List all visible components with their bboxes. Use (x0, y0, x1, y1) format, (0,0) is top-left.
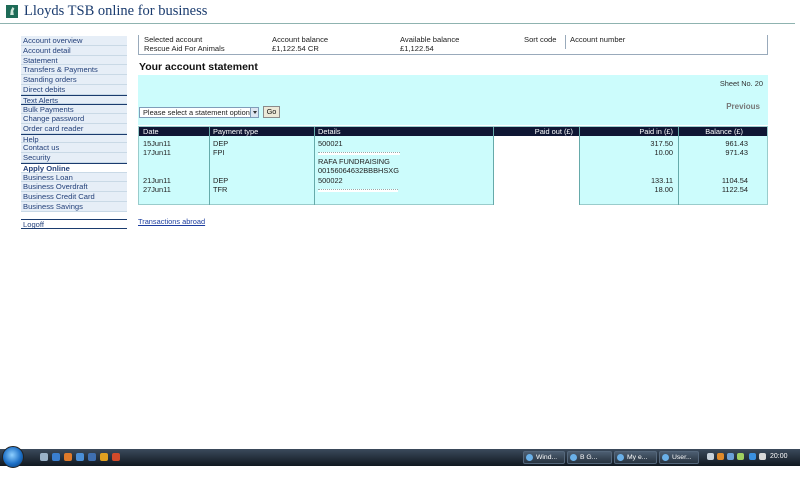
account-summary: Selected account Rescue Aid For Animals … (138, 35, 768, 55)
transactions-abroad-link[interactable]: Transactions abroad (138, 217, 205, 226)
sidebar-item-direct-debits[interactable]: Direct debits (21, 84, 127, 95)
column-divider (314, 127, 315, 205)
sidebar-item-bulk-payments[interactable]: Bulk Payments (21, 104, 127, 114)
firefox-icon[interactable] (64, 453, 72, 461)
show-desktop-icon[interactable] (40, 453, 48, 461)
redaction-bar (318, 152, 400, 155)
summary-divider (565, 35, 566, 49)
taskbar-button-windows[interactable]: Wind... (523, 451, 565, 464)
row-4-balance: 1122.54 (721, 185, 748, 194)
chevron-down-icon[interactable] (250, 108, 258, 117)
taskbar-clock[interactable]: 20:00 (770, 451, 788, 462)
header-details: Details (314, 127, 493, 136)
column-divider (493, 127, 494, 205)
previous-link[interactable]: Previous (726, 102, 760, 111)
sidebar-item-business-overdraft[interactable]: Business Overdraft (21, 182, 127, 192)
site-header: Lloyds TSB online for business (0, 0, 800, 24)
sidebar-item-standing-orders[interactable]: Standing orders (21, 75, 127, 85)
header-paid-in: Paid in (£) (579, 127, 678, 136)
statement-options-panel: Sheet No. 20 Previous Please select a st… (138, 75, 768, 125)
header-balance: Balance (£) (678, 127, 767, 136)
chrome-icon[interactable] (112, 453, 120, 461)
sort-code-label: Sort code (524, 35, 557, 44)
redaction-bar (318, 189, 398, 192)
brand-title: Lloyds TSB online for business (24, 3, 208, 19)
media-icon[interactable] (88, 453, 96, 461)
available-balance-value: £1,122.54 (400, 43, 434, 53)
transactions-table: Date Payment type Details Paid out (£) P… (138, 126, 768, 205)
account-balance: Account balance £1,122.54 CR (272, 35, 328, 53)
row-2-type: FPI (213, 148, 225, 157)
page-title: Your account statement (139, 61, 258, 73)
go-button[interactable]: Go (263, 106, 280, 118)
start-button-icon[interactable] (2, 446, 24, 468)
taskbar-button-user[interactable]: User... (659, 451, 699, 464)
sidebar-item-transfers-payments[interactable]: Transfers & Payments (21, 65, 127, 75)
sidebar-item-business-credit-card[interactable]: Business Credit Card (21, 192, 127, 202)
sort-code: Sort code (524, 35, 557, 45)
sidebar-item-order-card-reader[interactable]: Order card reader (21, 123, 127, 134)
sidebar-item-account-detail[interactable]: Account detail (21, 45, 127, 56)
row-2-paid-in: 10.00 (654, 148, 674, 157)
account-balance-value: £1,122.54 CR (272, 43, 319, 53)
sidebar-item-account-overview[interactable]: Account overview (21, 36, 127, 46)
paid-out-column (493, 136, 579, 205)
taskbar-button-my-e[interactable]: My e... (614, 451, 657, 464)
sidebar-item-change-password[interactable]: Change password (21, 114, 127, 124)
header-paid-out: Paid out (£) (493, 127, 579, 136)
sidebar-item-text-alerts[interactable]: Text Alerts (21, 94, 127, 105)
row-1-details: 500021 (318, 139, 343, 148)
account-number-label: Account number (570, 35, 626, 44)
sidebar-heading-apply-online: Apply Online (21, 162, 127, 173)
sheet-number: Sheet No. 20 (719, 79, 763, 88)
available-balance: Available balance £1,122.54 (400, 35, 459, 53)
sidebar-item-business-loan[interactable]: Business Loan (21, 172, 127, 183)
folder-icon[interactable] (100, 453, 108, 461)
row-2-balance: 971.43 (725, 148, 748, 157)
logoff-link[interactable]: Logoff (21, 218, 127, 229)
tray-chevron-icon[interactable] (707, 453, 714, 460)
tray-monitor-icon[interactable] (749, 453, 756, 460)
taskbar-button-browser[interactable]: B G... (567, 451, 612, 464)
volume-icon[interactable] (759, 453, 766, 460)
sidebar-item-business-savings[interactable]: Business Savings (21, 201, 127, 212)
account-number: Account number (570, 35, 626, 45)
row-4-date: 27Jun11 (143, 185, 171, 194)
header-divider (0, 23, 795, 24)
tray-security-icon[interactable] (737, 453, 744, 460)
selected-account-value: Rescue Aid For Animals (144, 43, 225, 53)
tray-network-icon[interactable] (727, 453, 734, 460)
sidebar-nav: Account overview Account detail Statemen… (21, 36, 127, 229)
header-payment-type: Payment type (209, 127, 314, 136)
sidebar-item-security[interactable]: Security (21, 153, 127, 163)
sidebar-item-statement[interactable]: Statement (21, 55, 127, 66)
column-divider (209, 127, 210, 205)
explorer-icon[interactable] (76, 453, 84, 461)
header-date: Date (139, 127, 209, 136)
sidebar-item-help[interactable]: Help (21, 133, 127, 144)
row-2-details-line-2: 00156064632BBBHSXG (318, 166, 399, 175)
black-horse-logo-icon (6, 5, 18, 18)
row-4-type: TFR (213, 185, 228, 194)
sidebar-item-contact-us[interactable]: Contact us (21, 143, 127, 153)
row-3-details: 500022 (318, 176, 343, 185)
row-2-date: 17Jun11 (143, 148, 171, 157)
internet-explorer-icon[interactable] (52, 453, 60, 461)
statement-option-select[interactable]: Please select a statement option (139, 107, 259, 118)
tray-app-icon[interactable] (717, 453, 724, 460)
row-4-paid-in: 18.00 (654, 185, 674, 194)
selected-account: Selected account Rescue Aid For Animals (144, 35, 225, 53)
